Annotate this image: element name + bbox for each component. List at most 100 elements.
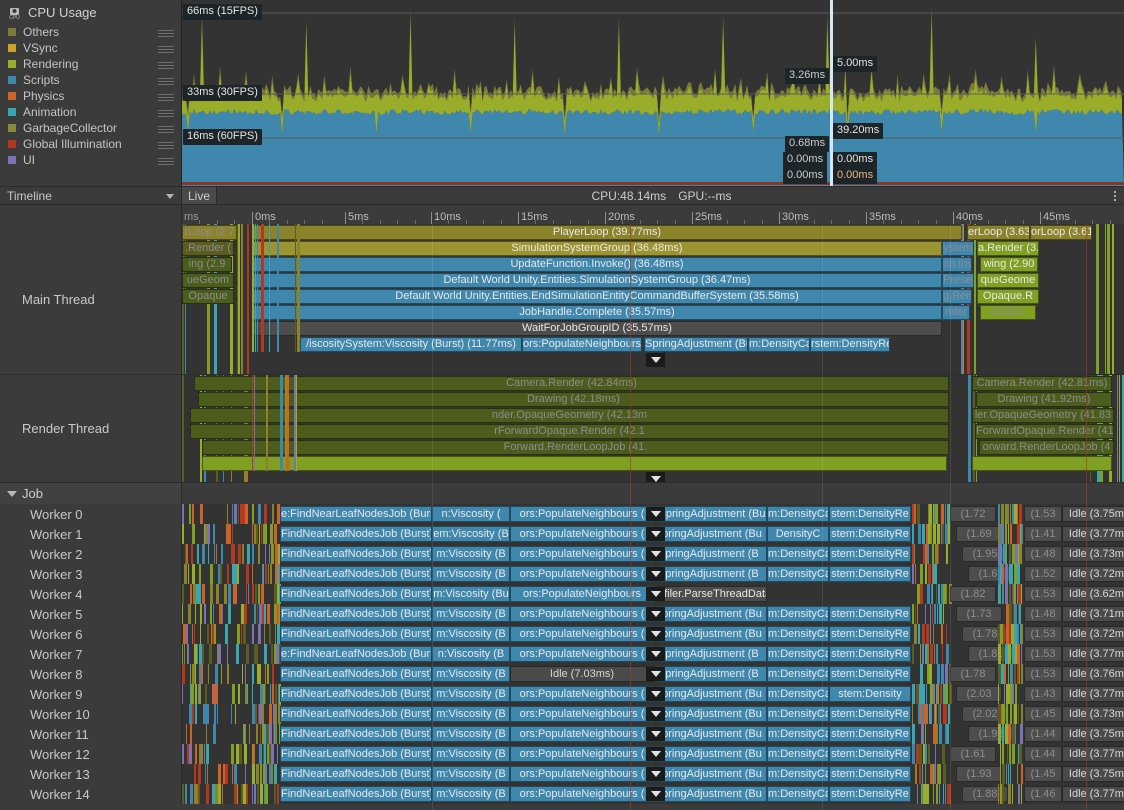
timeline-sample[interactable]: pringAdjustment (Bu	[657, 706, 767, 722]
timeline-sample[interactable]: .Render (	[182, 241, 234, 256]
timeline-sample[interactable]: pringAdjustment (Bu	[657, 686, 767, 702]
timeline-sample-idle[interactable]: Idle (3.73ms)	[1062, 546, 1124, 562]
timeline-sample[interactable]: /iscositySystem:Viscosity (Burst) (11.77…	[300, 337, 522, 352]
timeline-sample[interactable]: ors:PopulateNeighbours	[510, 586, 654, 602]
drag-handle-icon[interactable]	[158, 126, 174, 131]
timeline-sample[interactable]: SimulationSystemGroup (36.48ms)	[252, 241, 942, 256]
timeline-sample[interactable]: pringAdjustment (Bu	[657, 726, 767, 742]
timeline-sample[interactable]: FindNearLeafNodesJob (Burst) (	[280, 726, 432, 742]
timeline-sample[interactable]: m:DensityCalc	[767, 686, 829, 702]
flow-expand-arrow[interactable]	[646, 647, 665, 661]
timeline-sample-mid[interactable]: (1.61	[950, 746, 996, 762]
timeline-sample[interactable]: stem:DensityRe	[829, 526, 911, 542]
timeline-sample-mid2[interactable]: (1.53	[1024, 506, 1062, 522]
worker-label-6[interactable]: Worker 6	[0, 624, 182, 644]
timeline-sample[interactable]: Opaque	[182, 289, 234, 304]
worker-track-0[interactable]: e:FindNearLeafNodesJob (Burst) (9.n:Visc…	[182, 504, 1124, 524]
timeline-sample[interactable]: Default World Unity.Entities.EndSimulati…	[252, 289, 942, 304]
flow-expand-arrow[interactable]	[646, 547, 665, 561]
timeline-sample[interactable]: m:DensityCalc	[767, 506, 829, 522]
drag-handle-icon[interactable]	[158, 62, 174, 67]
timeline-sample[interactable]: pringAdjustment (B	[657, 666, 767, 682]
timeline-sample[interactable]: m:DensityCalc	[767, 706, 829, 722]
ruler-track[interactable]: ms0ms5ms10ms15ms20ms25ms30ms35ms40ms45ms	[182, 205, 1124, 224]
timeline-sample[interactable]: ors:PopulateNeighbours (	[510, 766, 654, 782]
timeline-sample[interactable]: on.Inv	[942, 257, 972, 272]
timeline-sample[interactable]: m:Viscosity (B	[432, 606, 510, 622]
timeline-sample[interactable]: m:DensityCalc	[767, 646, 829, 662]
timeline-sample[interactable]: erLoop (3.63	[967, 225, 1030, 240]
timeline-sample[interactable]: pringAdjustment (Bu	[657, 606, 767, 622]
timeline-sample-idle[interactable]: Idle (3.76ms)	[1062, 666, 1124, 682]
timeline-sample[interactable]: rForwardOpaque.Render (42.1	[190, 424, 949, 439]
timeline-sample[interactable]: SpringAdjustment (Bu	[657, 506, 767, 522]
timeline-sample[interactable]: FindNearLeafNodesJob (Burst) (	[280, 566, 432, 582]
timeline-sample[interactable]: m:DensityCalc	[767, 546, 829, 562]
drag-handle-icon[interactable]	[158, 94, 174, 99]
worker-label-13[interactable]: Worker 13	[0, 764, 182, 784]
worker-track-12[interactable]: FindNearLeafNodesJob (Burst) (m:Viscosit…	[182, 744, 1124, 764]
timeline-sample[interactable]: Camera.Render (42.84ms)	[194, 376, 949, 391]
live-toggle-button[interactable]: Live	[182, 187, 217, 204]
timeline-sample[interactable]: ors:PopulateNeighbours (E	[522, 337, 642, 352]
job-section-header[interactable]: Job	[0, 483, 182, 504]
thread-track-main[interactable]: rLoop (2.7PlayerLoop (39.77ms)erLoop (3.…	[182, 224, 1124, 374]
cpu-legend-item-ui[interactable]: UI	[0, 152, 181, 168]
drag-handle-icon[interactable]	[158, 46, 174, 51]
timeline-sample[interactable]: m:DensityCalc	[767, 786, 829, 802]
cpu-legend-item-rendering[interactable]: Rendering	[0, 56, 181, 72]
worker-track-11[interactable]: FindNearLeafNodesJob (Burst) (m:Viscosit…	[182, 724, 1124, 744]
timeline-sample[interactable]: Idle (7.03ms)	[510, 666, 654, 682]
timeline-sample[interactable]: m:Viscosity (B	[432, 786, 510, 802]
flow-expand-arrow[interactable]	[646, 767, 665, 781]
timeline-sample-idle[interactable]: Idle (3.77ms)	[1062, 686, 1124, 702]
timeline-sample[interactable]: FindNearLeafNodesJob (Burst) (	[280, 746, 432, 762]
timeline-sample-mid[interactable]: (1.72	[950, 506, 996, 522]
frame-cursor[interactable]	[830, 0, 833, 186]
flow-expand-arrow[interactable]	[646, 627, 665, 641]
timeline-sample[interactable]: Default World Unity.Entities.SimulationS…	[252, 273, 942, 288]
timeline-sample[interactable]: ueGeom	[182, 273, 234, 288]
timeline-sample[interactable]	[202, 456, 947, 471]
timeline-sample-idle[interactable]: Idle (3.72ms)	[1062, 566, 1124, 582]
timeline-sample[interactable]: FindNearLeafNodesJob (Burst) (	[280, 666, 432, 682]
timeline-body[interactable]: Main ThreadrLoop (2.7PlayerLoop (39.77ms…	[0, 224, 1124, 810]
timeline-sample[interactable]: FindNearLeafNodesJob (Burst) (	[280, 586, 432, 602]
worker-label-3[interactable]: Worker 3	[0, 564, 182, 584]
worker-label-4[interactable]: Worker 4	[0, 584, 182, 604]
timeline-sample[interactable]: ors:PopulateNeighbours (	[510, 506, 654, 522]
timeline-sample[interactable]: m:DensityCalc	[767, 606, 829, 622]
timeline-sample[interactable]: pringAdjustment (B	[657, 646, 767, 662]
flow-expand-arrow[interactable]	[646, 727, 665, 741]
flow-expand-arrow[interactable]	[646, 527, 665, 541]
timeline-sample[interactable]: FindNearLeafNodesJob (Burst) (	[280, 706, 432, 722]
timeline-sample-idle[interactable]: Idle (3.75ms)	[1062, 726, 1124, 742]
timeline-sample-mid2[interactable]: (1.43	[1024, 686, 1062, 702]
timeline-sample[interactable]: ors:PopulateNeighbours (	[510, 626, 654, 642]
worker-label-14[interactable]: Worker 14	[0, 784, 182, 804]
timeline-sample[interactable]: m:Viscosity (B	[432, 766, 510, 782]
timeline-sample[interactable]: m:DensityCalc	[767, 666, 829, 682]
timeline-sample-mid2[interactable]: (1.45	[1024, 706, 1062, 722]
timeline-sample-idle[interactable]: Idle (3.77ms)	[1062, 746, 1124, 762]
timeline-sample[interactable]: stem:DensityRe	[829, 766, 911, 782]
worker-label-9[interactable]: Worker 9	[0, 684, 182, 704]
timeline-sample[interactable]: ors:PopulateNeighbours (	[510, 746, 654, 762]
timeline-sample[interactable]: Opaque.R	[977, 289, 1039, 304]
drag-handle-icon[interactable]	[158, 158, 174, 163]
worker-track-13[interactable]: FindNearLeafNodesJob (Burst) (m:Viscosit…	[182, 764, 1124, 784]
timeline-sample[interactable]: a.Render (3.	[977, 241, 1039, 256]
worker-track-3[interactable]: FindNearLeafNodesJob (Burst) (m:Viscosit…	[182, 564, 1124, 584]
timeline-sample-idle[interactable]: Idle (3.77ms)	[1062, 526, 1124, 542]
timeline-sample-mid[interactable]: (1.69	[956, 526, 1002, 542]
timeline-sample[interactable]: FindNearLeafNodesJob (Burst) (	[280, 686, 432, 702]
flow-expand-arrow[interactable]	[646, 587, 665, 601]
timeline-sample[interactable]: ors:PopulateNeighbours (	[510, 686, 654, 702]
timeline-sample[interactable]: pringAdjustment (B	[657, 566, 767, 582]
timeline-sample[interactable]: wing (2.90	[980, 257, 1038, 272]
drag-handle-icon[interactable]	[158, 142, 174, 147]
thread-label-main[interactable]: Main Thread	[0, 224, 182, 374]
timeline-sample[interactable]: stem:Density	[829, 686, 911, 702]
timeline-sample[interactable]: JobHandle.Complete (35.57ms)	[252, 305, 942, 320]
flow-expand-arrow[interactable]	[646, 472, 665, 482]
